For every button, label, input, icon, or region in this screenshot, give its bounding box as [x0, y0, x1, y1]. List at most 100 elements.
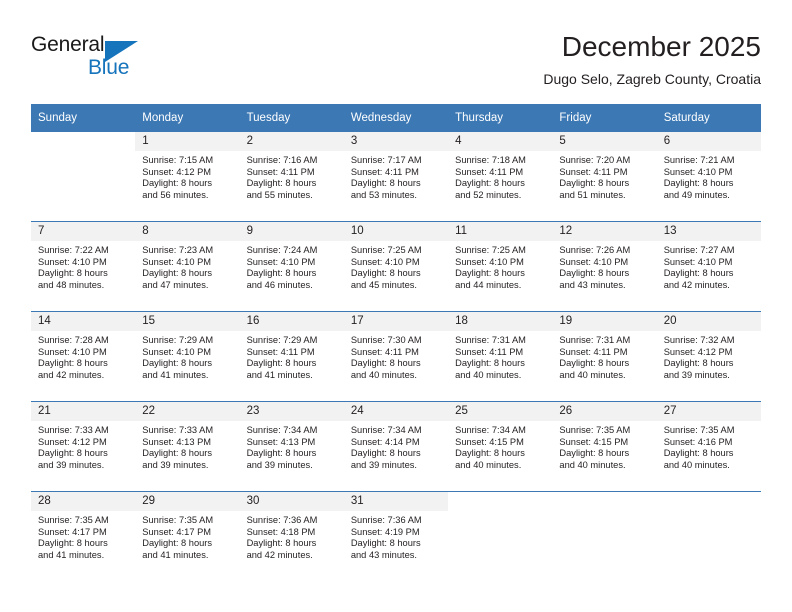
day-number	[657, 492, 761, 511]
day-number: 20	[656, 312, 761, 331]
daylight-text-line2: and 39 minutes.	[142, 459, 209, 470]
sunrise-text: Sunrise: 7:27 AM	[663, 245, 735, 255]
sunset-text: Sunset: 4:10 PM	[455, 256, 524, 267]
day-details: Sunrise: 7:23 AM Sunset: 4:10 PM Daylight:…	[135, 241, 239, 291]
day-cell[interactable]: 15 Sunrise: 7:29 AM Sunset: 4:10 PM Dayligh…	[135, 311, 240, 402]
day-cell[interactable]: 26 Sunrise: 7:35 AM Sunset: 4:15 PM Dayligh…	[552, 401, 657, 492]
day-number: 16	[239, 312, 344, 331]
day-details	[31, 151, 135, 155]
day-details: Sunrise: 7:30 AM Sunset: 4:11 PM Daylight:…	[344, 331, 448, 381]
sunset-text: Sunset: 4:13 PM	[246, 436, 316, 447]
daylight-text-line1: Daylight: 8 hours	[663, 358, 734, 369]
day-cell[interactable]: 22 Sunrise: 7:33 AM Sunset: 4:13 PM Dayligh…	[135, 401, 240, 492]
day-number	[552, 492, 656, 511]
daylight-text-line1: Daylight: 8 hours	[246, 448, 317, 459]
sunrise-text: Sunrise: 7:28 AM	[38, 335, 109, 345]
day-cell[interactable]: 1 Sunrise: 7:15 AM Sunset: 4:12 PM Daylight…	[135, 132, 240, 222]
day-cell[interactable]: 23 Sunrise: 7:34 AM Sunset: 4:13 PM Dayligh…	[239, 401, 344, 492]
daylight-text-line2: and 47 minutes.	[142, 279, 209, 290]
day-cell[interactable]: 4 Sunrise: 7:18 AM Sunset: 4:11 PM Daylight…	[448, 132, 553, 222]
day-cell[interactable]: 30 Sunrise: 7:36 AM Sunset: 4:18 PM Dayligh…	[239, 491, 344, 581]
sunrise-text: Sunrise: 7:26 AM	[559, 245, 631, 255]
week-row: 7 Sunrise: 7:22 AM Sunset: 4:10 PM Daylight…	[31, 221, 761, 312]
weekday-header-tuesday: Tuesday	[239, 104, 344, 132]
daylight-text-line1: Daylight: 8 hours	[663, 448, 734, 459]
day-cell[interactable]	[31, 132, 136, 222]
day-cell[interactable]: 19 Sunrise: 7:31 AM Sunset: 4:11 PM Dayligh…	[552, 311, 657, 402]
sunrise-text: Sunrise: 7:33 AM	[38, 425, 109, 435]
day-cell[interactable]: 27 Sunrise: 7:35 AM Sunset: 4:16 PM Dayligh…	[656, 401, 761, 492]
day-cell[interactable]: 31 Sunrise: 7:36 AM Sunset: 4:19 PM Dayligh…	[343, 491, 449, 581]
sunset-text: Sunset: 4:12 PM	[142, 166, 212, 177]
day-number: 27	[656, 402, 761, 421]
daylight-text-line2: and 40 minutes.	[663, 459, 730, 470]
daylight-text-line1: Daylight: 8 hours	[38, 448, 108, 459]
sunset-text: Sunset: 4:18 PM	[246, 526, 316, 537]
day-details: Sunrise: 7:25 AM Sunset: 4:10 PM Daylight:…	[448, 241, 552, 291]
day-cell[interactable]: 2 Sunrise: 7:16 AM Sunset: 4:11 PM Daylight…	[239, 132, 344, 222]
sunrise-text: Sunrise: 7:34 AM	[246, 425, 318, 435]
day-cell[interactable]: 24 Sunrise: 7:34 AM Sunset: 4:14 PM Dayligh…	[343, 401, 449, 492]
day-number	[448, 492, 552, 511]
day-cell[interactable]: 17 Sunrise: 7:30 AM Sunset: 4:11 PM Dayligh…	[343, 311, 449, 402]
weekday-header-thursday: Thursday	[448, 104, 553, 132]
weekday-header-monday: Monday	[135, 104, 240, 132]
day-details: Sunrise: 7:32 AM Sunset: 4:12 PM Daylight:…	[657, 331, 761, 381]
sunrise-text: Sunrise: 7:29 AM	[142, 335, 214, 345]
day-cell[interactable]: 7 Sunrise: 7:22 AM Sunset: 4:10 PM Daylight…	[31, 221, 136, 312]
day-cell[interactable]: 21 Sunrise: 7:33 AM Sunset: 4:12 PM Dayligh…	[31, 401, 136, 492]
day-details: Sunrise: 7:31 AM Sunset: 4:11 PM Daylight:…	[552, 331, 656, 381]
day-number: 10	[343, 222, 449, 241]
sunrise-text: Sunrise: 7:25 AM	[455, 245, 526, 255]
day-details: Sunrise: 7:31 AM Sunset: 4:11 PM Daylight:…	[448, 331, 552, 381]
daylight-text-line2: and 39 minutes.	[38, 459, 105, 470]
daylight-text-line2: and 40 minutes.	[455, 459, 522, 470]
day-cell[interactable]: 6 Sunrise: 7:21 AM Sunset: 4:10 PM Daylight…	[656, 132, 761, 222]
sunset-text: Sunset: 4:11 PM	[350, 166, 419, 177]
day-cell[interactable]: 5 Sunrise: 7:20 AM Sunset: 4:11 PM Daylight…	[552, 132, 657, 222]
week-row: 14 Sunrise: 7:28 AM Sunset: 4:10 PM Dayligh…	[31, 311, 761, 402]
sunset-text: Sunset: 4:12 PM	[38, 436, 107, 447]
day-cell[interactable]	[552, 491, 657, 581]
general-blue-logo[interactable]: General Blue	[31, 33, 171, 85]
day-details: Sunrise: 7:20 AM Sunset: 4:11 PM Daylight:…	[552, 151, 656, 201]
day-number: 21	[31, 402, 136, 421]
day-cell[interactable]: 29 Sunrise: 7:35 AM Sunset: 4:17 PM Dayligh…	[135, 491, 240, 581]
daylight-text-line1: Daylight: 8 hours	[246, 268, 317, 279]
day-cell[interactable]: 3 Sunrise: 7:17 AM Sunset: 4:11 PM Daylight…	[343, 132, 449, 222]
daylight-text-line1: Daylight: 8 hours	[455, 268, 525, 279]
sunrise-text: Sunrise: 7:29 AM	[246, 335, 318, 345]
day-number: 11	[448, 222, 553, 241]
sunrise-text: Sunrise: 7:25 AM	[350, 245, 422, 255]
day-cell[interactable]: 9 Sunrise: 7:24 AM Sunset: 4:10 PM Daylight…	[239, 221, 344, 312]
day-cell[interactable]: 12 Sunrise: 7:26 AM Sunset: 4:10 PM Dayligh…	[552, 221, 657, 312]
day-cell[interactable]: 10 Sunrise: 7:25 AM Sunset: 4:10 PM Dayligh…	[343, 221, 449, 312]
daylight-text-line2: and 46 minutes.	[246, 279, 313, 290]
sunrise-text: Sunrise: 7:35 AM	[559, 425, 631, 435]
daylight-text-line1: Daylight: 8 hours	[559, 268, 630, 279]
day-cell[interactable]: 28 Sunrise: 7:35 AM Sunset: 4:17 PM Dayligh…	[31, 491, 136, 581]
day-details: Sunrise: 7:25 AM Sunset: 4:10 PM Daylight:…	[344, 241, 448, 291]
daylight-text-line1: Daylight: 8 hours	[246, 538, 317, 549]
daylight-text-line2: and 39 minutes.	[246, 459, 313, 470]
day-cell[interactable]: 14 Sunrise: 7:28 AM Sunset: 4:10 PM Dayligh…	[31, 311, 136, 402]
daylight-text-line2: and 55 minutes.	[246, 189, 313, 200]
daylight-text-line2: and 42 minutes.	[38, 369, 105, 380]
day-details	[552, 511, 656, 515]
day-cell[interactable]	[448, 491, 553, 581]
sunrise-text: Sunrise: 7:23 AM	[142, 245, 214, 255]
sunset-text: Sunset: 4:12 PM	[663, 346, 733, 357]
day-cell[interactable]: 8 Sunrise: 7:23 AM Sunset: 4:10 PM Daylight…	[135, 221, 240, 312]
day-cell[interactable]: 13 Sunrise: 7:27 AM Sunset: 4:10 PM Dayligh…	[656, 221, 761, 312]
sunrise-text: Sunrise: 7:34 AM	[455, 425, 526, 435]
daylight-text-line1: Daylight: 8 hours	[455, 448, 525, 459]
day-cell[interactable]	[656, 491, 761, 581]
day-details: Sunrise: 7:34 AM Sunset: 4:15 PM Daylight:…	[448, 421, 552, 471]
day-number: 28	[31, 492, 136, 511]
day-cell[interactable]: 11 Sunrise: 7:25 AM Sunset: 4:10 PM Dayligh…	[448, 221, 553, 312]
day-cell[interactable]: 25 Sunrise: 7:34 AM Sunset: 4:15 PM Dayligh…	[448, 401, 553, 492]
daylight-text-line2: and 41 minutes.	[246, 369, 313, 380]
day-cell[interactable]: 16 Sunrise: 7:29 AM Sunset: 4:11 PM Dayligh…	[239, 311, 344, 402]
day-cell[interactable]: 20 Sunrise: 7:32 AM Sunset: 4:12 PM Dayligh…	[656, 311, 761, 402]
day-cell[interactable]: 18 Sunrise: 7:31 AM Sunset: 4:11 PM Dayligh…	[448, 311, 553, 402]
